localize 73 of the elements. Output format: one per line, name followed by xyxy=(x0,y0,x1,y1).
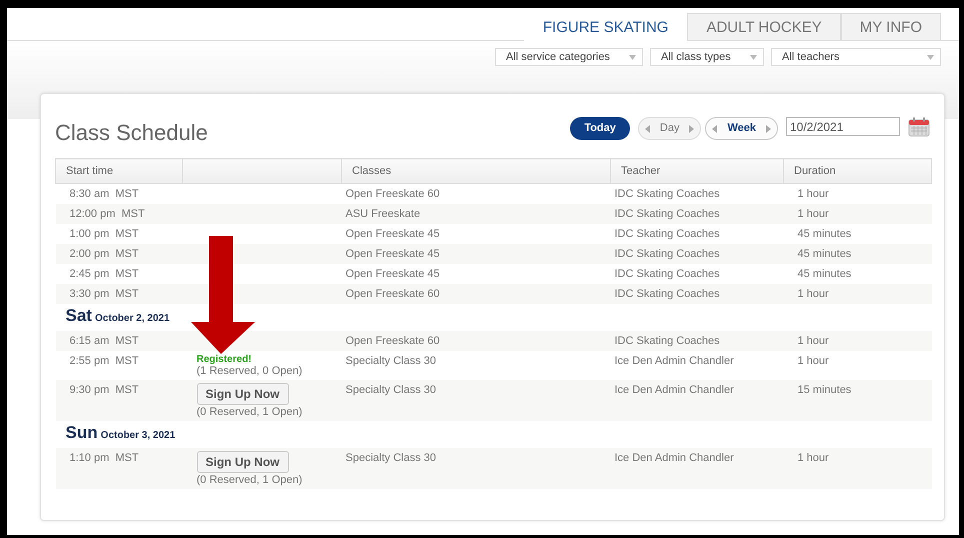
sign-up-button[interactable]: Sign Up Now xyxy=(196,383,288,405)
class-name: Open Freeskate 60 xyxy=(346,288,440,300)
class-name: ASU Freeskate xyxy=(346,208,420,220)
tab[interactable]: ADULT HOCKEY xyxy=(687,13,841,40)
teacher-name: Ice Den Admin Chandler xyxy=(614,384,734,396)
duration: 15 minutes xyxy=(798,384,852,396)
duration: 1 hour xyxy=(798,188,829,200)
availability-text: (1 Reserved, 0 Open) xyxy=(196,365,304,377)
class-name: Specialty Class 30 xyxy=(346,452,436,464)
start-time: 3:30 pm MST xyxy=(70,288,139,300)
date-field[interactable]: 10/2/2021 xyxy=(786,117,900,136)
chevron-left-icon xyxy=(644,124,650,132)
class-name: Open Freeskate 45 xyxy=(346,268,440,280)
calendar-icon[interactable] xyxy=(908,117,930,137)
availability-text: (0 Reserved, 1 Open) xyxy=(196,406,304,418)
start-time: 2:00 pm MST xyxy=(70,248,139,260)
start-time: 2:45 pm MST xyxy=(70,268,139,280)
start-time: 12:00 pm MST xyxy=(70,208,145,220)
duration: 1 hour xyxy=(798,288,829,300)
registration-status: Registered! xyxy=(196,354,253,365)
class-name: Open Freeskate 60 xyxy=(346,335,440,347)
start-time: 2:55 pm MST xyxy=(70,355,139,367)
teacher-name: IDC Skating Coaches xyxy=(614,335,720,347)
start-time: 9:30 pm MST xyxy=(70,384,139,396)
day-name: Sat xyxy=(66,306,92,325)
chevron-right-icon xyxy=(766,124,771,132)
teacher-name: Ice Den Admin Chandler xyxy=(614,355,734,367)
start-time: 8:30 am MST xyxy=(70,188,139,200)
column-header: Classes xyxy=(342,158,610,184)
filter-dropdown[interactable]: All class types xyxy=(650,48,764,66)
filter-dropdown[interactable]: All teachers xyxy=(771,48,941,66)
tab[interactable]: MY INFO xyxy=(840,13,941,40)
column-header: Teacher xyxy=(610,158,784,184)
page-title: Class Schedule xyxy=(55,119,209,147)
column-header: Start time xyxy=(56,158,182,184)
class-name: Open Freeskate 45 xyxy=(346,228,440,240)
start-time: 6:15 am MST xyxy=(70,335,139,347)
caret-icon xyxy=(927,54,934,60)
duration: 45 minutes xyxy=(798,248,852,260)
class-name: Open Freeskate 60 xyxy=(346,188,440,200)
duration: 1 hour xyxy=(798,335,829,347)
class-name: Open Freeskate 45 xyxy=(346,248,440,260)
column-header: Duration xyxy=(784,158,932,184)
teacher-name: IDC Skating Coaches xyxy=(614,288,720,300)
day-date: October 2, 2021 xyxy=(95,313,170,324)
teacher-name: Ice Den Admin Chandler xyxy=(614,452,734,464)
duration: 1 hour xyxy=(798,452,829,464)
day-date: October 3, 2021 xyxy=(100,430,176,441)
view-button[interactable]: Week xyxy=(705,117,778,140)
duration: 45 minutes xyxy=(798,228,852,240)
availability-text: (0 Reserved, 1 Open) xyxy=(196,474,304,486)
day-name: Sun xyxy=(66,423,98,442)
teacher-name: IDC Skating Coaches xyxy=(614,248,720,260)
start-time: 1:10 pm MST xyxy=(70,452,139,464)
chevron-left-icon xyxy=(712,124,718,132)
start-time: 1:00 pm MST xyxy=(70,228,139,240)
class-name: Specialty Class 30 xyxy=(346,384,436,396)
teacher-name: IDC Skating Coaches xyxy=(614,208,720,220)
teacher-name: IDC Skating Coaches xyxy=(614,268,720,280)
caret-icon xyxy=(629,54,636,60)
teacher-name: IDC Skating Coaches xyxy=(614,228,720,240)
filter-dropdown[interactable]: All service categories xyxy=(495,48,643,66)
duration: 1 hour xyxy=(798,355,829,367)
today-button[interactable]: Today xyxy=(570,117,630,140)
tab[interactable]: FIGURE SKATING xyxy=(524,13,688,41)
sign-up-button[interactable]: Sign Up Now xyxy=(196,451,288,473)
caret-icon xyxy=(750,54,757,60)
chevron-right-icon xyxy=(689,124,694,132)
view-button[interactable]: Day xyxy=(638,117,702,140)
duration: 1 hour xyxy=(798,208,829,220)
teacher-name: IDC Skating Coaches xyxy=(614,188,720,200)
class-name: Specialty Class 30 xyxy=(346,355,436,367)
duration: 45 minutes xyxy=(798,268,852,280)
